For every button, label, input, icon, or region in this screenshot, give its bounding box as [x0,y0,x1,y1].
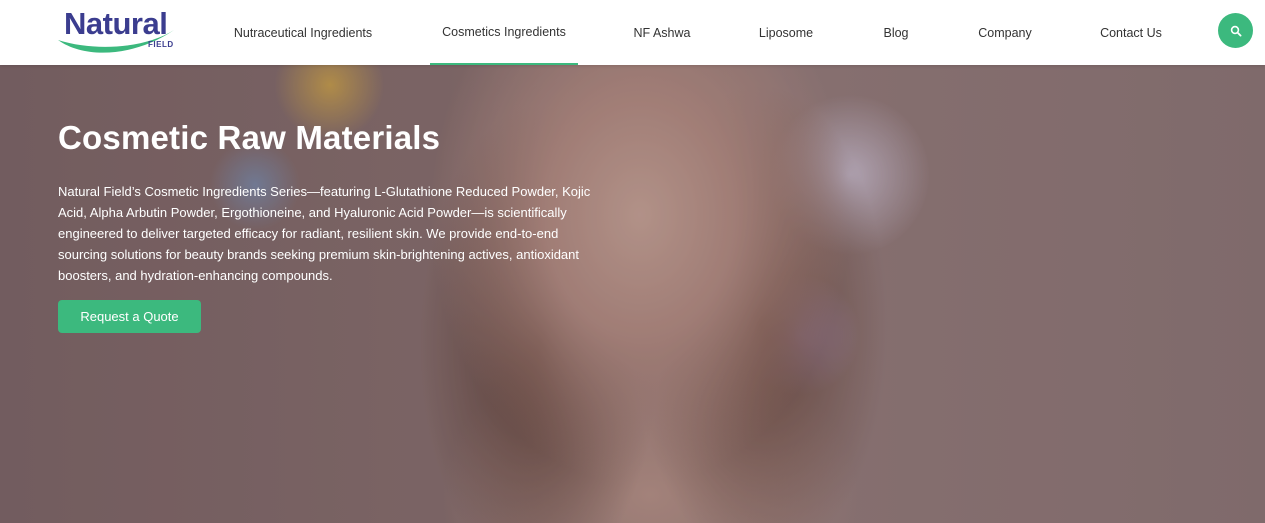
nav-nutraceutical-ingredients[interactable]: Nutraceutical Ingredients [222,0,384,65]
natural-field-logo[interactable]: Natural FIELD [56,6,178,58]
nav-liposome[interactable]: Liposome [746,0,826,65]
hero-banner: Cosmetic Raw Materials Natural Field’s C… [0,65,1265,523]
request-quote-button[interactable]: Request a Quote [58,300,201,333]
hero-description: Natural Field’s Cosmetic Ingredients Ser… [58,184,591,283]
nav-company[interactable]: Company [965,0,1045,65]
logo-subtext: FIELD [148,40,174,49]
nav-blog[interactable]: Blog [871,0,921,65]
search-button[interactable] [1218,13,1253,48]
nav-cosmetics-ingredients[interactable]: Cosmetics Ingredients [430,0,578,65]
logo-wordmark: Natural [64,6,168,41]
search-icon [1230,25,1242,37]
nav-nf-ashwa[interactable]: NF Ashwa [622,0,702,65]
top-navigation-bar: Natural FIELD Nutraceutical Ingredients … [0,0,1265,65]
hero-title: Cosmetic Raw Materials [58,119,441,156]
nav-contact-us[interactable]: Contact Us [1091,0,1171,65]
